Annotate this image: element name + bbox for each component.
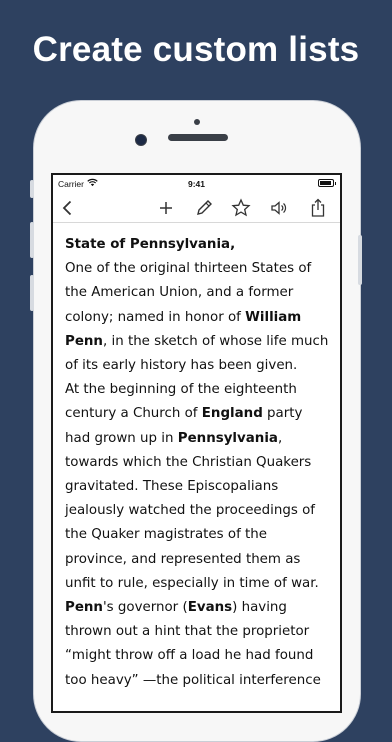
- article-line: unfit to rule, especially in time of war…: [65, 572, 333, 596]
- add-button[interactable]: [156, 198, 176, 218]
- chevron-left-icon: [62, 200, 72, 216]
- proximity-sensor: [194, 119, 200, 125]
- volume-up-button: [30, 222, 34, 258]
- text-run: jealously watched the proceedings of: [65, 503, 316, 519]
- article-line: gravitated. These Episcopalians: [65, 475, 333, 499]
- article-line: province, and represented them as: [65, 548, 333, 572]
- article-title: State of Pennsylvania,: [65, 237, 236, 252]
- article-line: colony; named in honor of William: [65, 306, 333, 330]
- article-line: the Quaker magistrates of the: [65, 523, 333, 547]
- back-button[interactable]: [58, 198, 78, 218]
- app-screen: Carrier 9:41 State of Pennsylvania, One …: [51, 173, 342, 713]
- linked-term[interactable]: Pennsylvania: [178, 431, 278, 446]
- text-run: the Quaker magistrates of the: [65, 527, 268, 543]
- edit-button[interactable]: [194, 198, 214, 218]
- share-icon: [311, 198, 325, 217]
- text-run: thrown out a hint that the proprietor: [65, 624, 310, 640]
- front-camera: [135, 134, 147, 146]
- article-line: had grown up in Pennsylvania,: [65, 427, 333, 451]
- battery-icon: [318, 179, 336, 187]
- speak-button[interactable]: [269, 198, 289, 218]
- article-body: State of Pennsylvania, One of the origin…: [65, 233, 333, 693]
- text-run: ,: [277, 430, 283, 446]
- text-run: 's governor (: [102, 600, 188, 616]
- mute-switch: [30, 180, 34, 198]
- article-line: century a Church of England party: [65, 402, 333, 426]
- text-run: century a Church of: [65, 406, 202, 422]
- linked-term[interactable]: Penn: [65, 600, 103, 615]
- pencil-icon: [197, 200, 212, 215]
- star-icon: [231, 198, 251, 217]
- status-time: 9:41: [187, 179, 205, 189]
- text-run: towards which the Christian Quakers: [65, 454, 312, 470]
- text-run: One of the original thirteen States of: [65, 261, 312, 277]
- status-bar: Carrier 9:41: [53, 175, 340, 193]
- speaker-icon: [271, 201, 287, 215]
- text-run: “might throw off a load he had found: [65, 648, 314, 664]
- share-button[interactable]: [308, 198, 328, 218]
- text-run: too heavy” —the political interference: [65, 672, 321, 688]
- article-line: At the beginning of the eighteenth: [65, 378, 333, 402]
- text-run: province, and represented them as: [65, 551, 301, 567]
- text-run: , in the sketch of whose life much: [102, 333, 329, 349]
- linked-term[interactable]: England: [202, 406, 263, 421]
- linked-term[interactable]: Penn: [65, 334, 103, 349]
- text-run: party: [262, 406, 303, 422]
- text-run: had grown up in: [65, 430, 178, 446]
- plus-icon: [160, 202, 172, 214]
- volume-down-button: [30, 275, 34, 311]
- toolbar: [53, 194, 340, 223]
- promo-headline: Create custom lists: [32, 30, 360, 69]
- article-line: Penn, in the sketch of whose life much: [65, 330, 333, 354]
- power-button: [358, 235, 362, 285]
- article-line: towards which the Christian Quakers: [65, 451, 333, 475]
- favorite-button[interactable]: [231, 198, 251, 218]
- earpiece-speaker: [168, 134, 228, 141]
- article-line: “might throw off a load he had found: [65, 644, 333, 668]
- article-line: too heavy” —the political interference: [65, 669, 333, 693]
- text-run: gravitated. These Episcopalians: [65, 479, 279, 495]
- text-run: At the beginning of the eighteenth: [65, 382, 297, 398]
- article-line: the American Union, and a former: [65, 281, 333, 305]
- text-run: colony; named in honor of: [65, 309, 246, 325]
- linked-term[interactable]: Evans: [188, 600, 232, 615]
- text-run: unfit to rule, especially in time of war…: [65, 575, 319, 591]
- article-line: thrown out a hint that the proprietor: [65, 620, 333, 644]
- article-line: One of the original thirteen States of: [65, 257, 333, 281]
- article-line: of its early history has been given.: [65, 354, 333, 378]
- text-run: ) having: [232, 600, 287, 616]
- article-text: One of the original thirteen States of th…: [65, 257, 333, 693]
- text-run: of its early history has been given.: [65, 358, 298, 374]
- article-line: jealously watched the proceedings of: [65, 499, 333, 523]
- text-run: the American Union, and a former: [65, 285, 294, 301]
- linked-term[interactable]: William: [245, 310, 301, 325]
- article-line: Penn's governor (Evans) having: [65, 596, 333, 620]
